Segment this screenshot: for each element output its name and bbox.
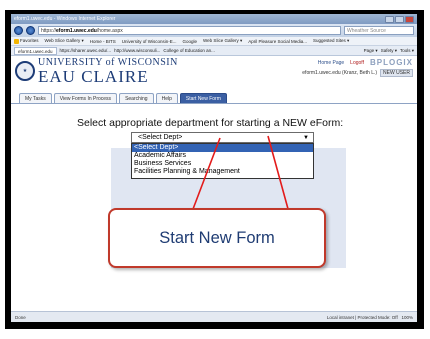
department-select[interactable]: <Select Dept> ▼ — [131, 132, 314, 143]
browser-tabs: eform1.uwec.edu https://sharer.uwec.edu/… — [14, 46, 215, 55]
browser-tab[interactable]: eform1.uwec.edu — [14, 46, 57, 55]
minimize-button[interactable] — [385, 15, 394, 23]
browser-window: eform1.uwec.edu - Windows Internet Explo… — [11, 14, 417, 322]
favorites-bar: Favorites Web Slice Gallery ▾ Home - BIT… — [11, 37, 417, 46]
favorites-item[interactable]: April Pleasure Social Media... — [248, 39, 307, 44]
zone-text: Local intranet | Protected Mode: Off 100… — [326, 314, 413, 320]
window-title: eform1.uwec.edu - Windows Internet Explo… — [14, 16, 116, 22]
tab-help[interactable]: Help — [155, 93, 178, 103]
favorites-item[interactable]: University of Wisconsin-E... — [122, 39, 177, 44]
tab-my-tasks[interactable]: My Tasks — [19, 93, 52, 103]
safety-menu[interactable]: Safety ▾ — [381, 48, 397, 54]
browser-tab[interactable]: http://www.wisconsuli... — [114, 48, 160, 53]
tab-view-forms[interactable]: View Forms In Process — [53, 93, 118, 103]
university-logo[interactable]: ★ UNIVERSITY of WISCONSIN EAU CLAIRE — [15, 56, 178, 86]
favorites-item[interactable]: Web Slice Gallery ▾ — [45, 38, 84, 44]
browser-tab[interactable]: College of Education an... — [163, 48, 215, 53]
forward-icon[interactable] — [26, 26, 35, 35]
title-bar: eform1.uwec.edu - Windows Internet Explo… — [11, 14, 417, 24]
search-field[interactable]: Wheather Source — [344, 26, 414, 35]
seal-icon: ★ — [15, 61, 35, 81]
favorites-item[interactable]: Suggested Sites ▾ — [313, 38, 349, 44]
window-controls — [385, 15, 414, 23]
department-dropdown[interactable]: <Select Dept> Academic Affairs Business … — [131, 143, 314, 179]
new-user-select[interactable]: NEW USER — [380, 69, 413, 77]
command-bar: eform1.uwec.edu https://sharer.uwec.edu/… — [11, 46, 417, 56]
nav-tabs: My Tasks View Forms In Process Searching… — [11, 92, 417, 104]
dropdown-option[interactable]: Academic Affairs — [132, 152, 313, 160]
back-icon[interactable] — [14, 26, 23, 35]
site-header: ★ UNIVERSITY of WISCONSIN EAU CLAIRE Hom… — [11, 56, 417, 86]
favorites-item[interactable]: Home - BITS — [90, 39, 116, 44]
command-menus: Page ▾ Safety ▾ Tools ▾ — [364, 48, 414, 54]
close-button[interactable] — [405, 15, 414, 23]
status-bar: Done Local intranet | Protected Mode: Of… — [11, 311, 417, 322]
department-prompt: Select appropriate department for starti… — [77, 117, 344, 129]
user-name: eform1.uwec.edu (Kranz, Beth L.) — [302, 70, 378, 76]
tab-searching[interactable]: Searching — [119, 93, 154, 103]
maximize-button[interactable] — [395, 15, 404, 23]
favorites-item[interactable]: Web Slice Gallery ▾ — [203, 38, 242, 44]
address-bar: https://eform1.uwec.edu/home.aspx Wheath… — [11, 24, 417, 37]
tools-menu[interactable]: Tools ▾ — [400, 48, 414, 54]
brand-text: UNIVERSITY of WISCONSIN EAU CLAIRE — [38, 56, 178, 86]
page-menu[interactable]: Page ▾ — [364, 48, 378, 54]
home-page-link[interactable]: Home Page — [318, 60, 344, 66]
screenshot-frame: eform1.uwec.edu - Windows Internet Explo… — [5, 10, 424, 329]
dropdown-option[interactable]: Business Services — [132, 160, 313, 168]
dropdown-option[interactable]: <Select Dept> — [132, 144, 313, 152]
url-field[interactable]: https://eform1.uwec.edu/home.aspx — [38, 26, 341, 35]
browser-tab[interactable]: https://sharer.uwec.edu/... — [60, 48, 112, 53]
dropdown-option[interactable]: Facilities Planning & Management — [132, 168, 313, 176]
header-right: Home Page Logoff BPLOGIX eform1.uwec.edu… — [302, 58, 413, 84]
status-text: Done — [15, 314, 26, 320]
start-new-form-callout: Start New Form — [108, 208, 326, 268]
chevron-down-icon: ▼ — [303, 135, 309, 141]
tab-start-new-form[interactable]: Start New Form — [179, 93, 227, 103]
user-line: eform1.uwec.edu (Kranz, Beth L.) NEW USER — [302, 69, 413, 77]
web-page: ★ UNIVERSITY of WISCONSIN EAU CLAIRE Hom… — [11, 56, 417, 311]
logoff-link[interactable]: Logoff — [350, 60, 364, 66]
favorites-item[interactable]: Favorites — [14, 38, 39, 44]
favorites-item[interactable]: Google — [183, 39, 198, 44]
bplogix-logo: BPLOGIX — [369, 58, 413, 67]
